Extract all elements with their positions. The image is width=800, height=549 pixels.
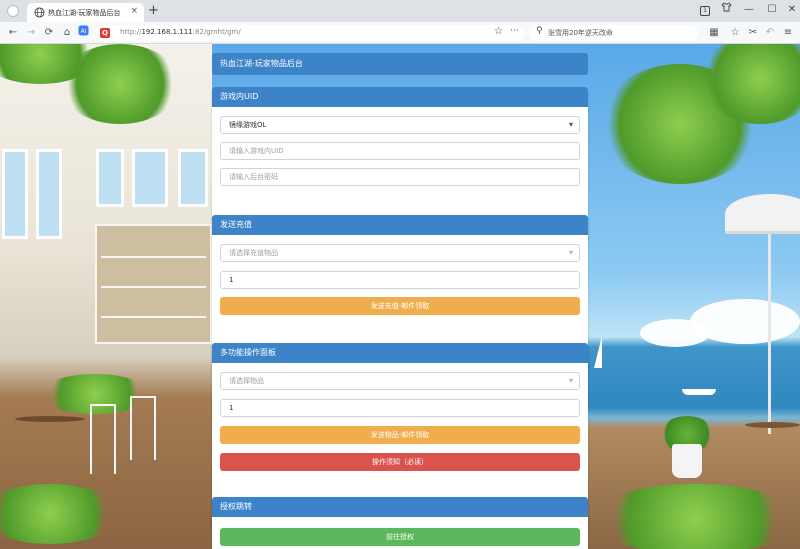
new-tab-button[interactable]: + bbox=[148, 3, 159, 18]
chevron-down-icon: ▾ bbox=[568, 376, 573, 385]
recharge-item-placeholder: 请选择充值物品 bbox=[229, 249, 278, 257]
globe-icon bbox=[34, 7, 45, 18]
browser-toolbar: ← → ⟳ ⌂ Ai Q http://192.168.1.111:82/gmh… bbox=[0, 22, 800, 44]
forward-icon[interactable]: → bbox=[24, 25, 38, 41]
recharge-quantity-input[interactable]: 1 bbox=[220, 271, 580, 289]
favorites-icon[interactable]: ☆ bbox=[728, 25, 742, 41]
chevron-down-icon: ▾ bbox=[568, 120, 573, 129]
uid-input[interactable]: 请输入游戏内UID bbox=[220, 142, 580, 160]
patio-table bbox=[745, 422, 800, 428]
active-tab[interactable]: 热血江湖-玩家物品后台 × bbox=[27, 3, 144, 22]
tab-count-icon[interactable]: 1 bbox=[695, 2, 715, 18]
cafe-window bbox=[132, 149, 168, 207]
admin-panel-column: 热血江湖-玩家物品后台 游戏内UID 镜缘游戏OL ▾ 请输入游戏内UID 请输… bbox=[212, 44, 588, 549]
security-shield-icon[interactable]: Q bbox=[100, 28, 110, 38]
search-icon: ⚲ bbox=[536, 26, 543, 36]
search-suggestion-text[interactable]: 张雪用20年逆天改命 bbox=[548, 28, 613, 38]
tab-title: 热血江湖-玩家物品后台 bbox=[48, 9, 121, 17]
home-icon[interactable]: ⌂ bbox=[60, 25, 74, 41]
page-title: 热血江湖-玩家物品后台 bbox=[212, 53, 588, 75]
foliage bbox=[60, 44, 180, 124]
browser-app-icon[interactable] bbox=[7, 5, 19, 17]
ai-icon: Ai bbox=[78, 25, 88, 36]
beach-parasol bbox=[725, 194, 800, 234]
chevron-down-icon: ▾ bbox=[568, 248, 573, 257]
cafe-window bbox=[96, 149, 124, 207]
foliage bbox=[590, 484, 800, 549]
item-quantity-input[interactable]: 1 bbox=[220, 399, 580, 417]
reload-icon[interactable]: ⟳ bbox=[42, 25, 56, 41]
skin-icon[interactable] bbox=[716, 2, 736, 18]
cafe-chair bbox=[130, 396, 156, 460]
kitchen-shelf bbox=[95, 224, 212, 344]
search-box[interactable]: ⚲ 张雪用20年逆天改命 bbox=[530, 25, 698, 41]
more-options-icon[interactable]: ··· bbox=[510, 26, 519, 36]
uid-panel-title: 游戏内UID bbox=[212, 87, 588, 107]
cloud bbox=[640, 319, 710, 347]
parasol-pole bbox=[768, 234, 771, 434]
motorboat bbox=[682, 389, 716, 395]
svg-text:Ai: Ai bbox=[80, 28, 86, 35]
browser-tab-strip: 热血江湖-玩家物品后台 × + 1 — ☐ ✕ bbox=[0, 0, 800, 22]
undo-icon[interactable]: ↶ bbox=[763, 25, 777, 41]
menu-icon[interactable]: ≡ bbox=[781, 25, 795, 41]
back-icon[interactable]: ← bbox=[6, 25, 20, 41]
window-close-button[interactable]: ✕ bbox=[782, 2, 800, 18]
tab-close-icon[interactable]: × bbox=[130, 6, 138, 16]
shirt-icon bbox=[720, 2, 732, 12]
bookmark-star-icon[interactable]: ☆ bbox=[494, 26, 503, 37]
send-recharge-button[interactable]: 发送充值-邮件领取 bbox=[220, 297, 580, 315]
url-text[interactable]: http://192.168.1.111:82/gmht/gm/ bbox=[120, 28, 241, 36]
cafe-table bbox=[15, 416, 85, 422]
minimize-button[interactable]: — bbox=[739, 2, 759, 18]
maximize-button[interactable]: ☐ bbox=[762, 2, 782, 18]
go-authorize-button[interactable]: 前往授权 bbox=[220, 528, 580, 546]
apps-grid-icon[interactable]: ▦ bbox=[707, 25, 721, 41]
address-bar[interactable]: Q http://192.168.1.111:82/gmht/gm/ ☆ ··· bbox=[96, 25, 524, 41]
sailboat bbox=[594, 336, 602, 368]
recharge-panel-title: 发送充值 bbox=[212, 215, 588, 235]
screenshot-cut-icon[interactable]: ✂ bbox=[746, 25, 760, 41]
password-input[interactable]: 请输入后台密码 bbox=[220, 168, 580, 186]
multi-panel-title: 多功能操作面板 bbox=[212, 343, 588, 363]
item-select-placeholder: 请选择物品 bbox=[229, 377, 264, 385]
instructions-button[interactable]: 操作须知（必读） bbox=[220, 453, 580, 471]
cafe-window bbox=[178, 149, 208, 207]
send-item-button[interactable]: 发送物品-邮件领取 bbox=[220, 426, 580, 444]
cafe-window bbox=[2, 149, 28, 239]
cafe-chair bbox=[90, 404, 116, 474]
cafe-window bbox=[36, 149, 62, 239]
game-select[interactable]: 镜缘游戏OL ▾ bbox=[220, 116, 580, 134]
plant-pot bbox=[672, 444, 702, 478]
ai-assistant-icon[interactable]: Ai bbox=[76, 25, 90, 41]
game-select-value: 镜缘游戏OL bbox=[229, 121, 267, 129]
item-select[interactable]: 请选择物品 ▾ bbox=[220, 372, 580, 390]
recharge-item-select[interactable]: 请选择充值物品 ▾ bbox=[220, 244, 580, 262]
auth-panel-title: 授权跳转 bbox=[212, 497, 588, 517]
auth-panel: 授权跳转 前往授权 bbox=[212, 497, 588, 549]
